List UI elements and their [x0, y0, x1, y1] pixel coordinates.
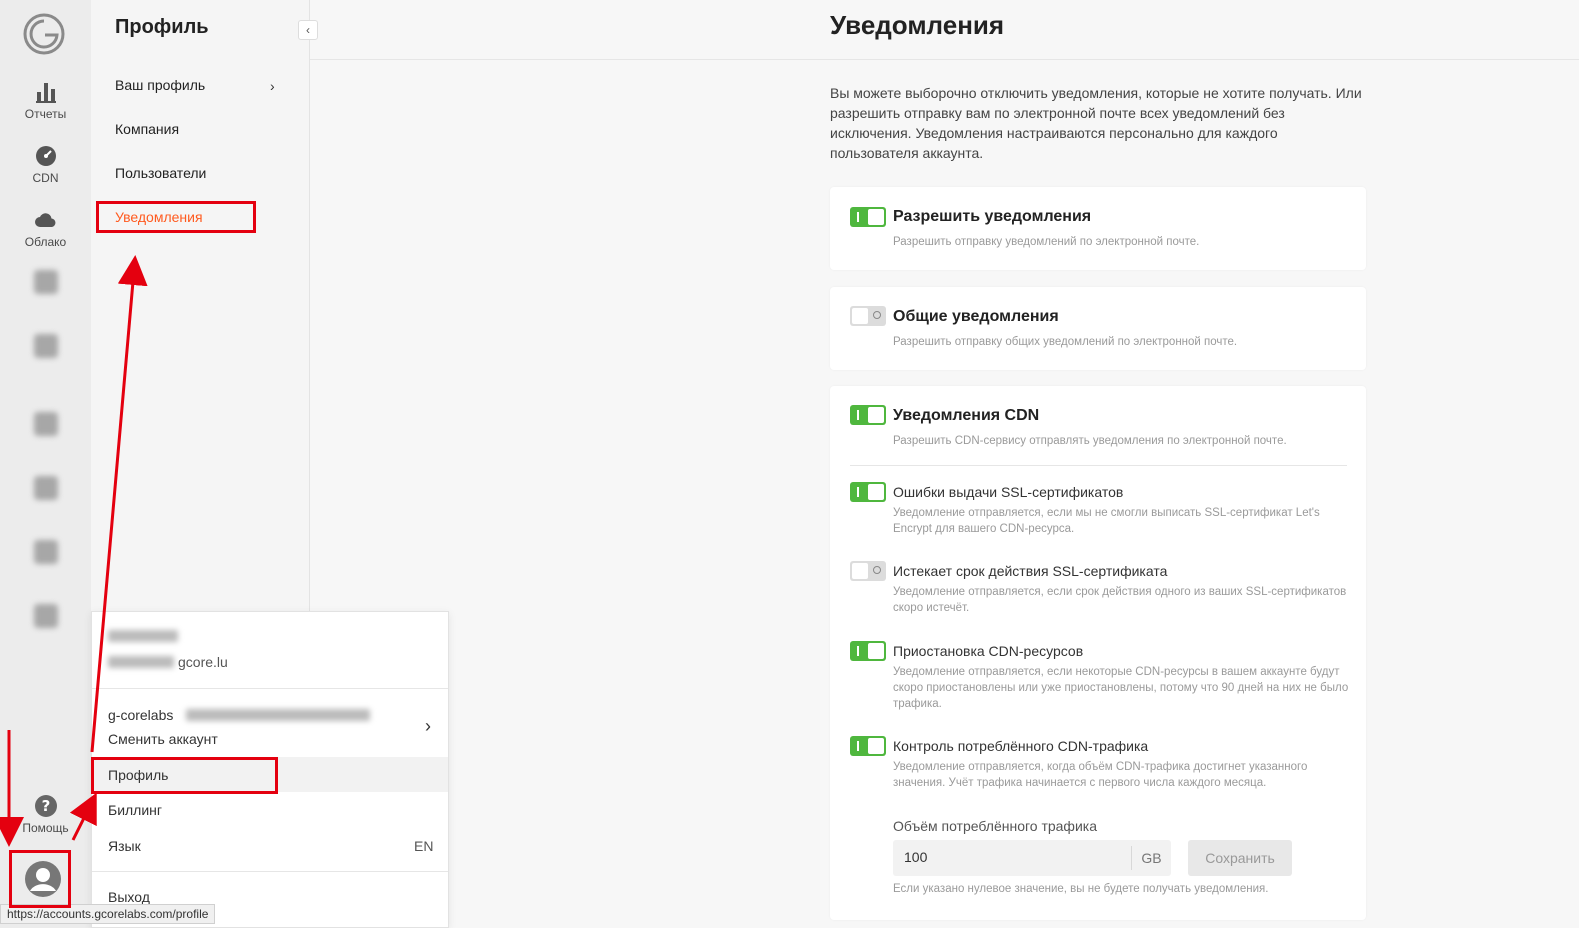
option-title: Общие уведомления	[893, 308, 1059, 325]
rail-label: Отчеты	[24, 107, 67, 121]
submenu-title: Профиль	[115, 16, 209, 38]
option-desc: Уведомление отправляется, когда объём CD…	[893, 761, 1308, 789]
page-title: Уведомления	[830, 10, 1005, 40]
option-desc: Разрешить CDN-сервису отправлять уведомл…	[893, 435, 1287, 447]
switch-account-link[interactable]: Сменить аккаунт	[108, 731, 218, 747]
option-title: Уведомления CDN	[893, 407, 1040, 424]
option-title: Ошибки выдачи SSL-сертификатов	[893, 484, 1124, 500]
obscured-icon	[33, 540, 58, 564]
rail-item-help[interactable]: ? Помощь	[0, 794, 91, 835]
rail-label: CDN	[32, 171, 59, 185]
gcore-logo-icon[interactable]	[22, 12, 66, 56]
annotation-box-profile	[91, 757, 278, 794]
toggle-cdn-suspension[interactable]	[850, 641, 886, 661]
toggle-allow-notifications[interactable]	[850, 207, 886, 227]
menu-item-billing[interactable]: Биллинг	[108, 802, 162, 818]
option-desc: Уведомление отправляется, если срок дейс…	[893, 586, 1347, 614]
option-desc: Уведомление отправляется, если некоторые…	[893, 666, 1349, 710]
traffic-volume-input[interactable]: 100 GB	[893, 840, 1171, 876]
traffic-volume-label: Объём потреблённого трафика	[893, 818, 1097, 834]
rail-item-obscured[interactable]	[0, 540, 91, 567]
obscured-icon	[33, 604, 58, 628]
toggle-cdn-notifications[interactable]	[850, 405, 886, 425]
obscured-email-prefix	[108, 656, 174, 668]
submenu-item-users[interactable]: Пользователи	[115, 165, 206, 181]
svg-text:?: ?	[41, 797, 50, 815]
speedometer-icon	[35, 146, 56, 166]
intro-text: Вы можете выборочно отключить уведомлени…	[830, 85, 1362, 161]
submenu-item-your-profile[interactable]: Ваш профиль	[115, 77, 205, 93]
toggle-ssl-expiry[interactable]	[850, 561, 886, 581]
rail-item-obscured[interactable]	[0, 604, 91, 631]
rail-item-cloud[interactable]: Облако	[0, 208, 91, 249]
option-desc: Разрешить отправку уведомлений по электр…	[893, 236, 1200, 248]
obscured-icon	[33, 270, 58, 294]
language-value: EN	[414, 838, 434, 854]
save-button[interactable]: Сохранить	[1188, 840, 1292, 876]
menu-item-language[interactable]: Язык	[108, 838, 141, 854]
rail-item-cdn[interactable]: CDN	[0, 144, 91, 185]
card-cdn-notifications: Уведомления CDN Разрешить CDN-сервису от…	[830, 386, 1366, 920]
card-general-notifications: Общие уведомления Разрешить отправку общ…	[830, 287, 1366, 370]
cloud-icon	[34, 213, 55, 227]
account-name: g-corelabs	[108, 707, 174, 723]
option-title: Приостановка CDN-ресурсов	[893, 643, 1084, 659]
menu-item-logout[interactable]: Выход	[108, 889, 150, 905]
rail-item-obscured[interactable]	[0, 270, 91, 297]
traffic-hint: Если указано нулевое значение, вы не буд…	[893, 883, 1269, 895]
rail-label: Облако	[24, 235, 67, 249]
option-desc: Разрешить отправку общих уведомлений по …	[893, 336, 1238, 348]
option-title: Истекает срок действия SSL-сертификата	[893, 563, 1168, 579]
obscured-icon	[33, 476, 58, 500]
traffic-unit: GB	[1131, 846, 1171, 870]
email-domain: gcore.lu	[178, 654, 228, 670]
help-icon: ?	[34, 795, 57, 817]
toggle-traffic-control[interactable]	[850, 736, 886, 756]
rail-item-obscured[interactable]	[0, 476, 91, 503]
option-title: Контроль потреблённого CDN-трафика	[893, 738, 1149, 754]
obscured-username	[108, 630, 178, 642]
obscured-account-id	[186, 709, 370, 721]
obscured-icon	[33, 334, 58, 358]
submenu-item-company[interactable]: Компания	[115, 121, 179, 137]
chevron-right-icon[interactable]: ›	[425, 716, 431, 737]
toggle-general-notifications[interactable]	[850, 306, 886, 326]
obscured-icon	[33, 412, 58, 436]
rail-item-reports[interactable]: Отчеты	[0, 80, 91, 121]
rail-item-obscured[interactable]	[0, 334, 91, 361]
option-title: Разрешить уведомления	[893, 208, 1092, 225]
chevron-right-icon: ›	[270, 78, 275, 94]
divider	[92, 871, 448, 872]
toggle-ssl-errors[interactable]	[850, 482, 886, 502]
icon-rail: Отчеты CDN Облако ? Помощь	[0, 0, 91, 928]
rail-item-obscured[interactable]	[0, 412, 91, 439]
annotation-box-avatar	[9, 850, 71, 908]
traffic-value: 100	[904, 849, 928, 865]
annotation-box-notifications	[96, 201, 256, 233]
rail-label: Помощь	[22, 821, 69, 835]
divider	[850, 465, 1347, 466]
card-allow-notifications: Разрешить уведомления Разрешить отправку…	[830, 187, 1366, 270]
bar-chart-icon	[35, 83, 56, 103]
option-desc: Уведомление отправляется, если мы не смо…	[893, 507, 1320, 535]
divider	[92, 688, 448, 689]
